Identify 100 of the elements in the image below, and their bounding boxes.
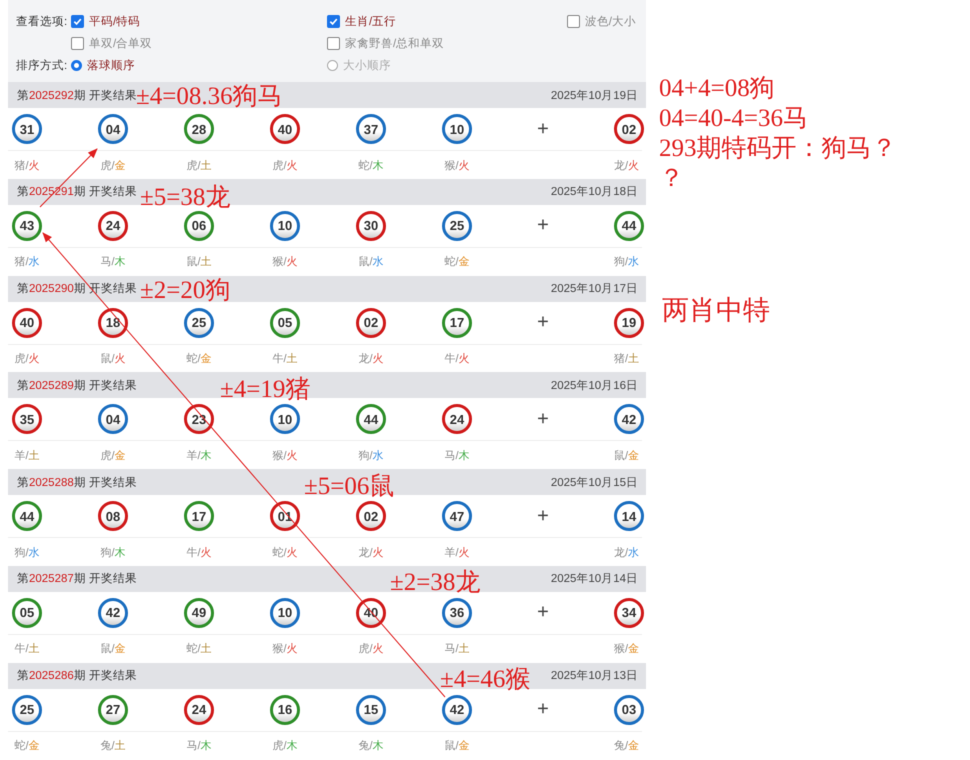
zodiac-text: 虎/ [14,353,29,366]
number-ball: 40 [12,308,42,338]
zodiac-text: 羊/ [444,546,459,559]
zodiac-text: 羊/ [186,450,201,462]
number-ball: 43 [12,210,42,241]
zodiac-text: 虎/ [100,450,115,462]
number-ball: 49 [184,598,214,628]
draw-date: 2025年10月18日 [550,184,638,200]
zodiac-text: 狗/ [614,256,628,268]
element-text: 土 [286,353,298,366]
sort-radio[interactable]: 大小顺序 [327,58,567,72]
zodiac-text: 虎/ [272,740,287,752]
draw-date: 2025年10月19日 [550,88,638,102]
annotation-text: ±4=08.36狗马 [136,83,283,110]
number-ball: 02 [356,501,386,532]
number-ball: 24 [442,404,472,434]
element-text: 土 [200,160,212,172]
note-text: ？ [659,164,685,194]
radio-icon [327,60,338,70]
option-checkbox[interactable]: 家禽野兽/总和单双 [327,36,567,50]
zodiac-text: 蛇/ [186,353,201,366]
sort-radio[interactable]: 落球顺序 [71,58,327,72]
element-text: 金 [114,450,126,462]
note-text: 04=40-4=36马 [659,104,810,134]
zodiac-text: 龙/ [614,160,628,172]
option-checkbox[interactable]: 波色/大小 [566,14,636,28]
zodiac-text: 猴/ [444,160,459,172]
option-checkbox[interactable]: 平码/特码 [71,14,327,28]
number-ball: 24 [184,694,214,725]
zodiac-text: 鼠/ [444,740,459,752]
element-text: 水 [372,256,384,268]
zodiac-text: 蛇/ [444,256,459,268]
radio-icon [71,60,82,70]
number-ball: 47 [442,501,472,532]
element-text: 水 [372,450,384,462]
note-text: 293期特码开：狗马？ [659,134,896,164]
number-ball: 16 [270,694,300,725]
number-ball: 23 [184,404,214,434]
number-ball: 24 [98,210,128,241]
checkbox-icon [327,36,340,50]
zodiac-text: 牛/ [186,546,201,559]
zodiac-text: 蛇/ [14,740,29,752]
zodiac-text: 鼠/ [358,256,373,268]
element-text: 金 [114,643,126,656]
number-ball: 02 [614,114,644,144]
plus-sign: + [536,601,550,624]
element-text: 土 [28,450,40,462]
number-ball: 14 [614,501,644,532]
element-text: 土 [200,256,212,268]
number-ball: 25 [184,308,214,338]
number-ball: 05 [270,308,300,338]
element-text: 木 [114,546,126,559]
element-text: 金 [628,643,640,656]
element-text: 木 [372,740,384,752]
number-ball: 05 [12,598,42,628]
element-text: 木 [458,450,470,462]
option-checkbox[interactable]: 生肖/五行 [327,14,567,28]
number-ball: 40 [270,114,300,144]
number-ball: 37 [356,114,386,144]
element-text: 土 [28,643,40,656]
conclusion-text: 两肖中特 [662,294,770,327]
number-ball: 28 [184,114,214,144]
zodiac-text: 牛/ [14,643,29,656]
element-text: 火 [286,256,298,268]
annotation-text: ±4=19猪 [220,376,310,404]
element-text: 金 [114,160,126,172]
number-ball: 02 [356,308,386,338]
element-text: 木 [372,160,384,172]
zodiac-text: 兔/ [358,740,373,752]
number-ball: 18 [98,308,128,338]
zodiac-text: 兔/ [614,740,628,752]
draw-title: 第2025286期 开奖结果 [17,668,137,684]
option-checkbox[interactable]: 单双/合单双 [71,36,327,50]
draw-title: 第2025287期 开奖结果 [17,572,137,586]
draw-title: 第2025292期 开奖结果 [17,88,137,102]
checkbox-icon [71,14,84,28]
number-ball: 42 [98,598,128,628]
element-text: 火 [458,160,470,172]
zodiac-text: 虎/ [272,160,287,172]
zodiac-text: 马/ [100,256,115,268]
element-text: 火 [628,160,640,172]
element-text: 火 [458,546,470,559]
number-ball: 27 [98,694,128,725]
annotation-text: ±2=20狗 [140,277,230,304]
zodiac-text: 狗/ [358,450,373,462]
zodiac-text: 蛇/ [186,643,201,656]
element-text: 火 [372,643,384,656]
zodiac-text: 龙/ [358,546,373,559]
number-ball: 44 [356,404,386,434]
number-ball: 42 [614,404,644,434]
number-ball: 03 [614,694,644,725]
number-ball: 34 [614,598,644,628]
zodiac-text: 牛/ [272,353,287,366]
zodiac-text: 猴/ [272,256,287,268]
number-ball: 19 [614,308,644,338]
zodiac-text: 狗/ [14,546,29,559]
zodiac-text: 蛇/ [272,546,287,559]
element-text: 土 [628,353,640,366]
zodiac-text: 虎/ [358,643,373,656]
annotation-text: ±5=06鼠 [304,473,394,500]
